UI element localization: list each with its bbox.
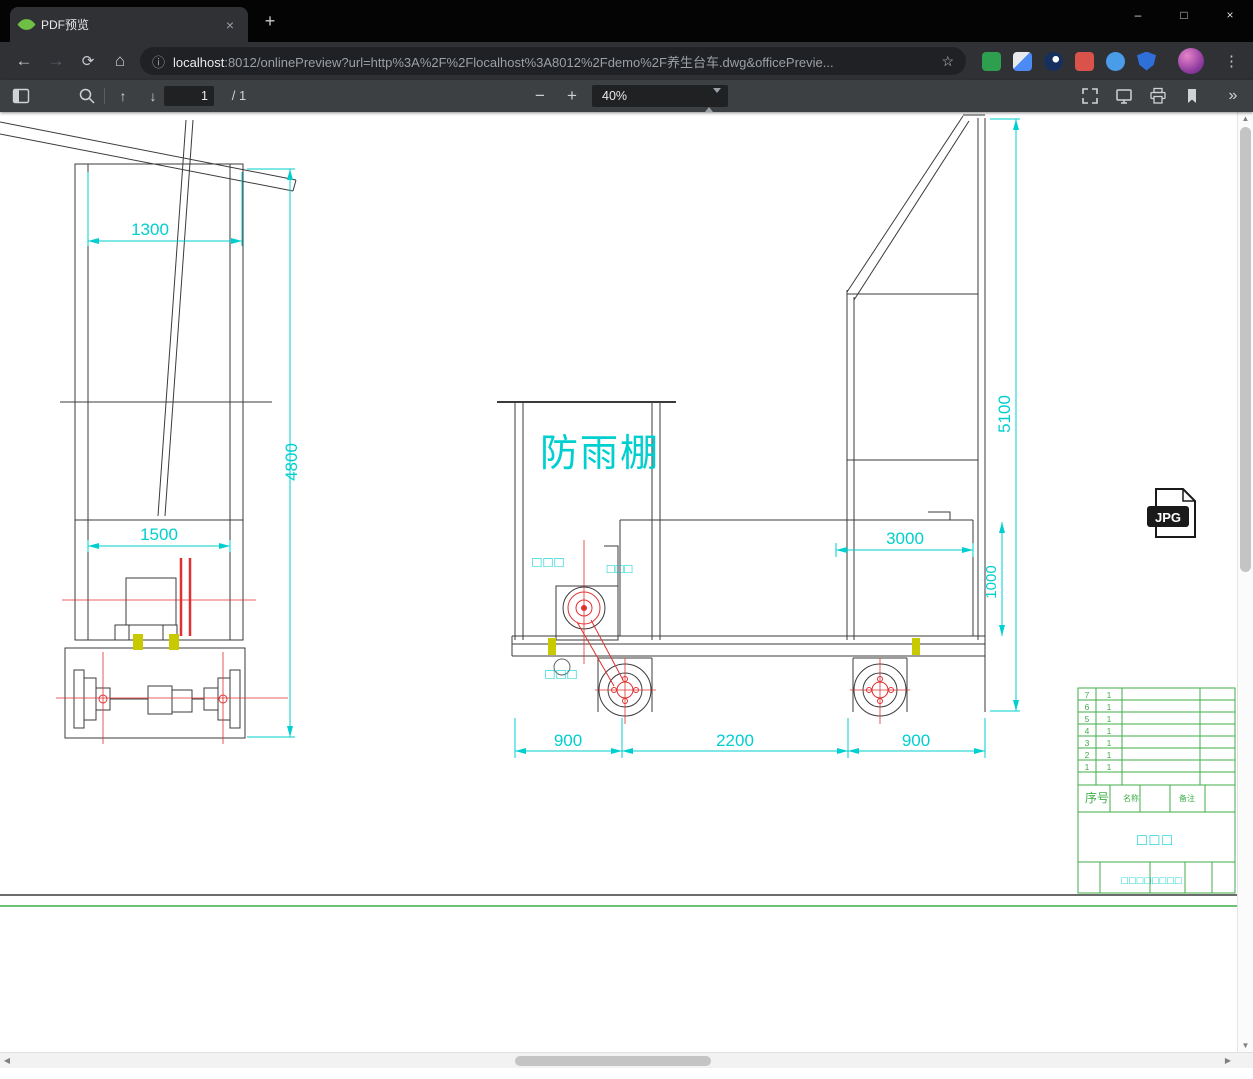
red-centerline-details — [56, 540, 910, 744]
profile-avatar[interactable] — [1178, 48, 1204, 74]
tab-favicon-leaf-icon — [17, 15, 36, 34]
zoom-out-button[interactable]: − — [528, 80, 552, 112]
pdf-toolbar: ↑ ↓ 1 / 1 − + 40% » — [0, 80, 1253, 112]
row-qty: 1 — [1107, 762, 1112, 772]
toolbar-divider — [104, 88, 105, 104]
scroll-down-arrow-icon[interactable]: ▼ — [1238, 1041, 1253, 1050]
forward-button[interactable]: → — [44, 42, 68, 80]
scroll-left-arrow-icon[interactable]: ◀ — [0, 1053, 14, 1068]
dim-900-left-label: 900 — [554, 731, 582, 750]
url-host: localhost — [173, 54, 225, 70]
extension-icon-3[interactable] — [1044, 51, 1063, 71]
back-button[interactable]: ← — [12, 42, 36, 80]
page-number-input[interactable]: 1 — [164, 86, 214, 106]
row-qty: 1 — [1107, 714, 1112, 724]
doc-title-tofu: □□□ — [1137, 832, 1175, 849]
dim-2200-label: 2200 — [716, 731, 754, 750]
tofu-text-a: □□□ — [532, 554, 565, 571]
row-number: 7 — [1085, 690, 1090, 700]
new-tab-button[interactable]: + — [260, 11, 280, 32]
more-tools-chevron-icon[interactable]: » — [1220, 80, 1246, 112]
extension-icon-translate[interactable] — [1013, 51, 1032, 71]
horizontal-scrollbar-thumb[interactable] — [515, 1056, 711, 1066]
tofu-text-c: □□□ — [545, 666, 578, 683]
scroll-right-arrow-icon[interactable]: ▶ — [1221, 1053, 1235, 1068]
reload-button[interactable]: ⟳ — [76, 42, 100, 80]
front-view-geometry — [0, 119, 297, 739]
url-tail: :8012/onlinePreview?url=http%3A%2F%2Floc… — [224, 54, 834, 70]
row-qty: 1 — [1107, 702, 1112, 712]
row-qty: 1 — [1107, 750, 1112, 760]
extensions-row: ⋮ — [982, 42, 1239, 80]
title-block-doc-text: □□□ □□□□□□□□ — [1121, 832, 1182, 887]
row-number: 1 — [1085, 762, 1090, 772]
dim-1500-label: 1500 — [140, 525, 178, 544]
navigation-bar: ← → ⟳ ⌂ ⓘ localhost:8012/onlinePreview?u… — [0, 42, 1253, 80]
browser-window: PDF预览 × + – □ × ← → ⟳ ⌂ ⓘ localhost:8012… — [0, 0, 1253, 1079]
extension-icon-shield[interactable] — [1137, 51, 1156, 71]
row-number: 4 — [1085, 726, 1090, 736]
window-minimize-button[interactable]: – — [1115, 0, 1161, 30]
jpg-label: JPG — [1155, 510, 1181, 525]
row-number: 6 — [1085, 702, 1090, 712]
doc-footer-tofu: □□□□□□□□ — [1121, 875, 1182, 887]
tab-close-icon[interactable]: × — [222, 17, 238, 33]
window-controls: – □ × — [1115, 0, 1253, 30]
dim-5100-label: 5100 — [995, 395, 1014, 433]
vertical-scrollbar[interactable]: ▲ ▼ — [1237, 112, 1253, 1052]
row-number: 2 — [1085, 750, 1090, 760]
extension-icon-4[interactable] — [1075, 51, 1094, 71]
tab-title: PDF预览 — [41, 18, 90, 32]
window-titlebar: PDF预览 × + – □ × — [0, 0, 1253, 42]
dim-3000-label: 3000 — [886, 529, 924, 548]
pdf-page: 1300 4800 1500 防雨棚 5100 3000 1000 900 22… — [0, 112, 1253, 1052]
dim-1000-label: 1000 — [983, 565, 1000, 598]
print-icon[interactable] — [1149, 87, 1167, 105]
row-qty: 1 — [1107, 738, 1112, 748]
row-number: 3 — [1085, 738, 1090, 748]
zoom-level-value: 40% — [602, 89, 628, 103]
zoom-level-select[interactable]: 40% — [592, 85, 728, 112]
row-qty: 1 — [1107, 726, 1112, 736]
home-button[interactable]: ⌂ — [108, 42, 132, 80]
title-block-lines — [0, 687, 1237, 907]
header-beizhu: 备注 — [1179, 793, 1195, 803]
vertical-scrollbar-thumb[interactable] — [1240, 127, 1251, 572]
search-icon[interactable] — [78, 87, 96, 105]
bookmark-star-icon[interactable]: ☆ — [941, 53, 954, 70]
row-qty: 1 — [1107, 690, 1112, 700]
dim-4800-label: 4800 — [282, 443, 301, 481]
cad-drawing: 1300 4800 1500 防雨棚 5100 3000 1000 900 22… — [0, 114, 1237, 907]
cyan-dimension-labels: 1300 4800 1500 防雨棚 5100 3000 1000 900 22… — [131, 220, 1014, 750]
presentation-mode-icon[interactable] — [1115, 87, 1133, 105]
fullscreen-icon[interactable] — [1081, 87, 1099, 105]
header-xuhao: 序号 — [1085, 790, 1109, 805]
zoom-in-button[interactable]: + — [560, 80, 584, 112]
scroll-up-arrow-icon[interactable]: ▲ — [1238, 114, 1253, 123]
sidebar-toggle-icon[interactable] — [12, 87, 30, 105]
extension-icon-1[interactable] — [982, 51, 1001, 71]
previous-page-button[interactable]: ↑ — [112, 80, 134, 112]
next-page-button[interactable]: ↓ — [142, 80, 164, 112]
browser-tab[interactable]: PDF预览 × — [10, 7, 248, 42]
dim-1300-label: 1300 — [131, 220, 169, 239]
page-info-icon[interactable]: ⓘ — [152, 52, 165, 71]
select-spinner-icon — [705, 88, 721, 112]
browser-menu-icon[interactable]: ⋮ — [1224, 52, 1239, 70]
dim-900-right-label: 900 — [902, 731, 930, 750]
address-bar[interactable]: ⓘ localhost:8012/onlinePreview?url=http%… — [140, 47, 966, 75]
horizontal-scrollbar[interactable]: ◀ ▶ — [0, 1052, 1253, 1068]
page-total-label: / 1 — [231, 88, 247, 103]
row-number: 5 — [1085, 714, 1090, 724]
bookmark-icon[interactable] — [1183, 87, 1201, 105]
window-maximize-button[interactable]: □ — [1161, 0, 1207, 30]
rain-shelter-label: 防雨棚 — [540, 433, 660, 475]
jpg-file-icon: JPG — [1147, 488, 1196, 538]
url-text: localhost:8012/onlinePreview?url=http%3A… — [173, 52, 933, 71]
extension-icon-cloud[interactable] — [1106, 51, 1125, 71]
header-mingcheng: 名称 — [1123, 793, 1139, 803]
window-close-button[interactable]: × — [1207, 0, 1253, 30]
tofu-text-b: □□□ — [607, 561, 634, 576]
